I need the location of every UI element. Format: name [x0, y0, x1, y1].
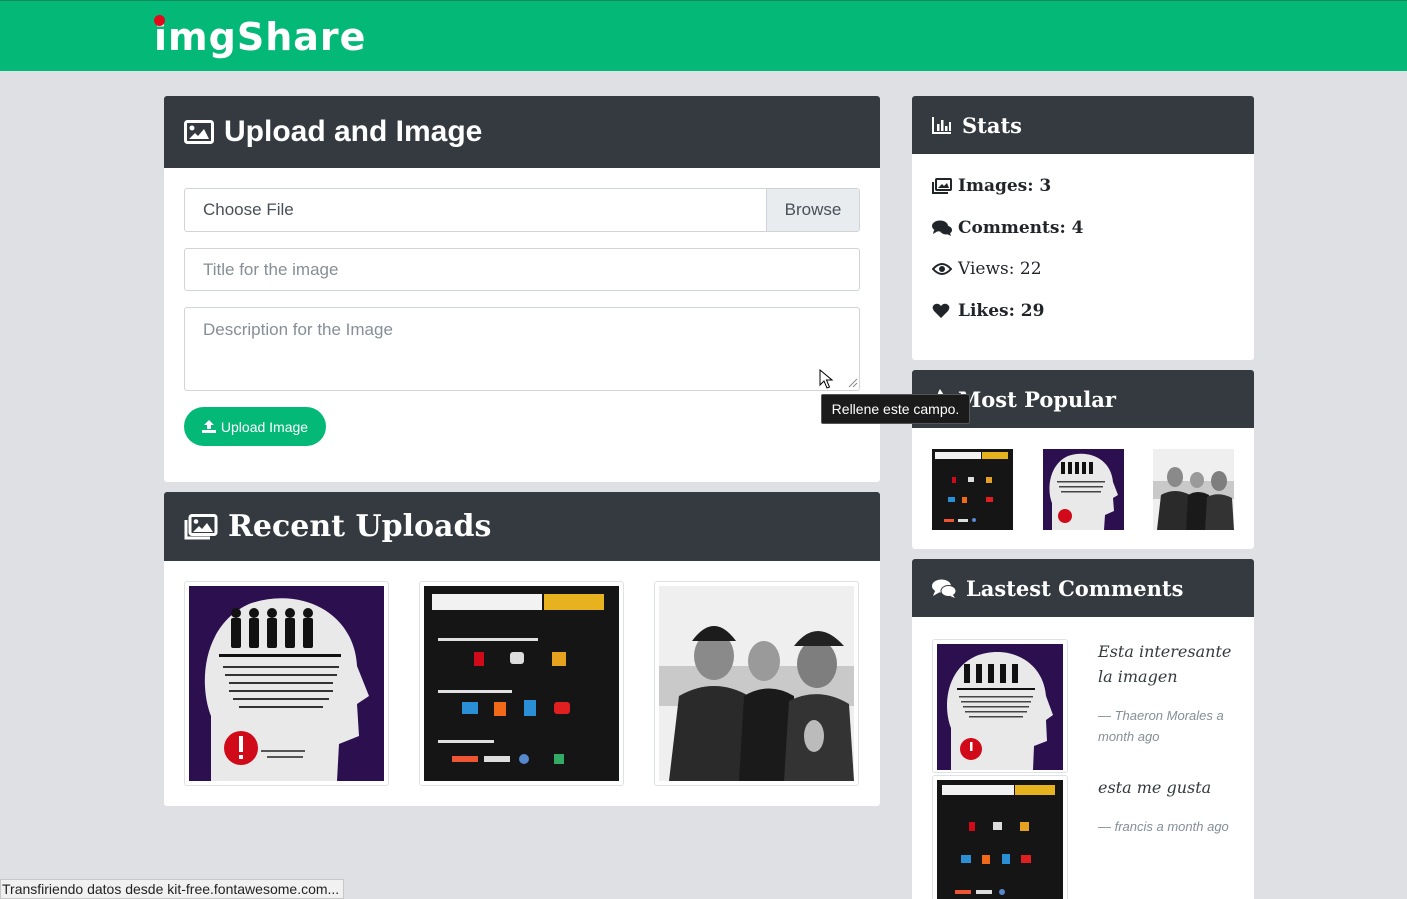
stat-comments-label: Comments: 4	[958, 218, 1084, 238]
comment-meta: — francis a month ago	[1098, 819, 1229, 834]
comments-icon	[932, 579, 956, 598]
images-icon	[184, 513, 218, 540]
internet-poster-image	[937, 780, 1063, 899]
latest-comments-title: Lastest Comments	[966, 575, 1184, 601]
stat-likes: Likes: 29	[932, 301, 1044, 321]
stats-card: Stats Images: 3 Comments: 4 Views: 22 Li…	[912, 96, 1254, 360]
file-input[interactable]: Choose File Browse	[184, 188, 860, 232]
upload-card: Upload and Image Choose File Browse Uplo…	[164, 96, 880, 482]
internet-poster-image	[424, 586, 619, 781]
recent-thumb-photo[interactable]	[654, 581, 859, 786]
navbar: imgShare	[0, 0, 1407, 71]
stat-images-label: Images: 3	[958, 176, 1052, 196]
browser-status-bar: Transfiriendo datos desde kit-free.fonta…	[0, 879, 345, 899]
comments-icon	[932, 220, 956, 236]
stats-title: Stats	[962, 112, 1022, 138]
logo-dot	[154, 15, 165, 26]
chart-bar-icon	[932, 116, 952, 134]
internet-poster-image	[932, 449, 1013, 530]
popular-thumb-photo[interactable]	[1153, 449, 1234, 530]
three-men-photo-image	[659, 586, 854, 781]
validation-tooltip: Rellene este campo.	[821, 394, 970, 424]
stat-images: Images: 3	[932, 176, 1051, 196]
comment-text: Esta interesante la imagen	[1098, 642, 1232, 686]
recent-uploads-card: Recent Uploads	[164, 492, 880, 806]
recent-thumb-identity[interactable]	[184, 581, 389, 786]
upload-button-label: Upload Image	[220, 418, 309, 435]
upload-image-button[interactable]: Upload Image	[184, 407, 326, 446]
recent-uploads-header: Recent Uploads	[164, 492, 880, 561]
image-description-input[interactable]	[184, 307, 860, 391]
eye-icon	[932, 262, 956, 276]
image-title-input[interactable]	[184, 248, 860, 291]
recent-uploads-title: Recent Uploads	[228, 509, 492, 544]
file-input-label: Choose File	[203, 200, 294, 219]
identity-poster-image	[189, 586, 384, 781]
upload-card-header: Upload and Image	[164, 96, 880, 168]
stat-views: Views: 22	[932, 259, 1042, 279]
latest-comments-header: Lastest Comments	[912, 559, 1254, 617]
brand-name: imgShare	[154, 15, 367, 59]
identity-poster-image	[1043, 449, 1124, 530]
images-icon	[932, 178, 956, 194]
popular-thumb-internet[interactable]	[932, 449, 1013, 530]
most-popular-title: Most Popular	[958, 386, 1116, 412]
comment-meta: — Thaeron Morales a month ago	[1098, 708, 1224, 744]
mouse-cursor-icon	[819, 369, 833, 389]
brand-logo[interactable]: imgShare	[154, 13, 366, 61]
stat-comments: Comments: 4	[932, 218, 1083, 238]
stats-header: Stats	[912, 96, 1254, 154]
stat-views-label: Views: 22	[958, 259, 1042, 279]
upload-icon	[201, 420, 216, 433]
comment-thumb-identity[interactable]	[932, 639, 1068, 773]
comment-thumb-internet[interactable]	[932, 775, 1068, 899]
browse-button[interactable]: Browse	[766, 189, 859, 231]
recent-thumb-internet[interactable]	[419, 581, 624, 786]
comment-text: esta me gusta	[1098, 778, 1212, 797]
popular-thumb-identity[interactable]	[1043, 449, 1124, 530]
three-men-photo-image	[1153, 449, 1234, 530]
latest-comments-card: Lastest Comments Esta interesante la ima…	[912, 559, 1254, 899]
resize-grip-icon[interactable]	[846, 376, 858, 388]
image-icon	[184, 120, 214, 144]
stat-likes-label: Likes: 29	[958, 301, 1045, 321]
upload-card-title: Upload and Image	[224, 115, 483, 148]
identity-poster-image	[937, 644, 1063, 770]
heart-icon	[932, 303, 956, 319]
